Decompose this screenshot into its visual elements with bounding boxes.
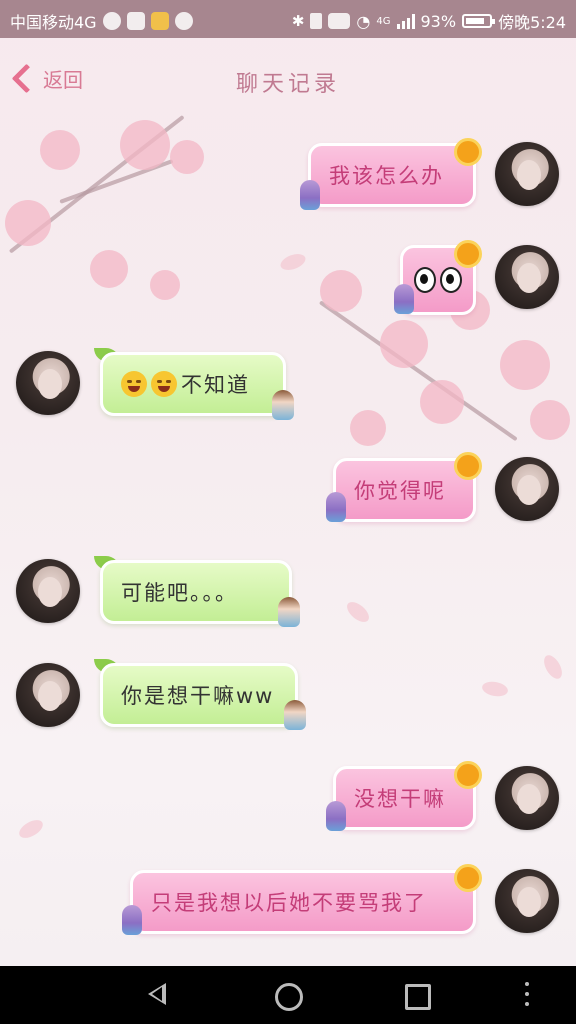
sunflower-icon xyxy=(454,240,482,268)
message-bubble-sent[interactable]: 只是我想以后她不要骂我了 xyxy=(130,870,476,934)
message-bubble-received[interactable]: 可能吧。。。 xyxy=(100,560,292,624)
avatar[interactable] xyxy=(495,245,559,309)
eye-sticker-icon xyxy=(414,267,436,293)
cartoon-girl-icon xyxy=(326,492,346,522)
sunflower-icon xyxy=(454,452,482,480)
bluetooth-icon: ✱ xyxy=(291,12,305,30)
message-text: 没想干嘛 xyxy=(354,787,446,811)
message-text: 你觉得呢 xyxy=(354,479,446,503)
status-left: 中国移动4G xyxy=(10,9,193,33)
cartoon-girl-icon xyxy=(300,180,320,210)
message-text: 可能吧。。。 xyxy=(121,581,238,605)
message-text: 不知道 xyxy=(181,373,250,397)
status-bar: 中国移动4G ✱ ◔ 4G 93% 傍晚5:24 xyxy=(0,0,576,38)
avatar[interactable] xyxy=(495,457,559,521)
avatar[interactable] xyxy=(16,351,80,415)
message-text: 我该怎么办 xyxy=(329,164,444,188)
avatar[interactable] xyxy=(16,663,80,727)
recents-icon[interactable] xyxy=(405,984,431,1010)
more-icon[interactable] xyxy=(525,982,529,1008)
signal-icon xyxy=(396,13,415,29)
cartoon-boy-icon xyxy=(278,597,300,627)
cartoon-girl-icon xyxy=(326,801,346,831)
message-bubble-sent[interactable]: 我该怎么办 xyxy=(308,143,476,207)
sunflower-icon xyxy=(454,138,482,166)
app-notification-icon xyxy=(102,12,121,30)
message-bubble-received[interactable]: 你是想干嘛ww xyxy=(100,663,298,727)
avatar[interactable] xyxy=(495,142,559,206)
eye-sticker-icon xyxy=(440,267,462,293)
message-bubble-received[interactable]: 不知道 xyxy=(100,352,286,416)
status-right: ✱ ◔ 4G 93% 傍晚5:24 xyxy=(292,9,566,33)
chat-notification-icon xyxy=(126,12,145,30)
avatar[interactable] xyxy=(495,766,559,830)
back-icon[interactable] xyxy=(148,983,166,1005)
star-app-icon xyxy=(150,12,169,30)
message-text: 你是想干嘛ww xyxy=(121,684,275,708)
cartoon-boy-icon xyxy=(272,390,294,420)
message-icon xyxy=(174,12,193,30)
clock: 傍晚5:24 xyxy=(498,13,566,32)
carrier-label: 中国移动4G xyxy=(10,13,97,32)
cartoon-girl-icon xyxy=(394,284,414,314)
page-title: 聊天记录 xyxy=(235,72,340,97)
cartoon-boy-icon xyxy=(284,700,306,730)
wifi-icon: ◔ xyxy=(356,11,371,31)
tears-of-joy-emoji-icon xyxy=(121,371,147,397)
sunflower-icon xyxy=(454,761,482,789)
battery-percent: 93% xyxy=(420,11,457,31)
home-icon[interactable] xyxy=(275,983,303,1011)
system-navigation-bar xyxy=(0,966,576,1024)
header: 返回 聊天记录 xyxy=(0,38,576,120)
message-text: 只是我想以后她不要骂我了 xyxy=(151,891,427,915)
sunflower-icon xyxy=(454,864,482,892)
cartoon-girl-icon xyxy=(122,905,142,935)
hd-icon xyxy=(328,13,351,29)
battery-icon xyxy=(462,14,496,28)
tears-of-joy-emoji-icon xyxy=(151,371,177,397)
network-type: 4G xyxy=(376,15,391,27)
avatar[interactable] xyxy=(16,559,80,623)
avatar[interactable] xyxy=(495,869,559,933)
vibrate-icon xyxy=(310,13,323,29)
